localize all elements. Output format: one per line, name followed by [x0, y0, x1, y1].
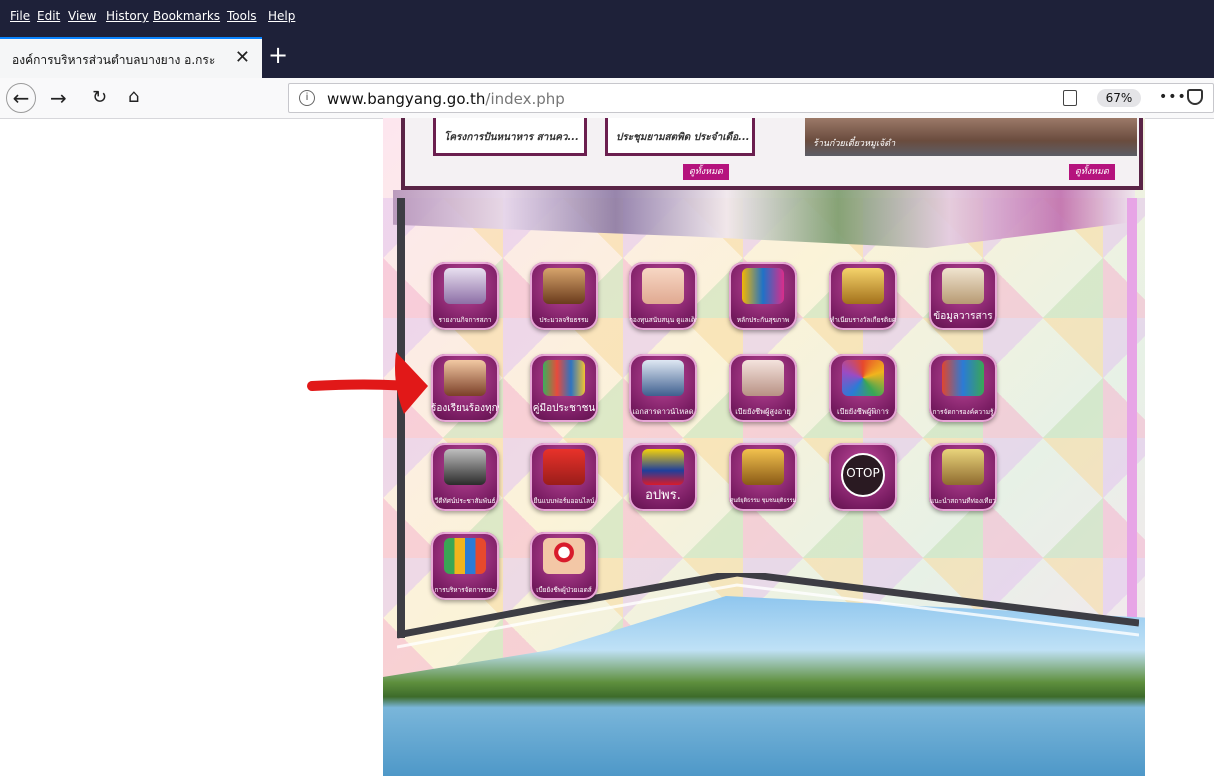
see-all-button[interactable]: ดูทั้งหมด [683, 164, 729, 180]
pocket-icon[interactable] [1187, 89, 1203, 105]
tile-label: ทำเนียบรางวัลเกียรติยศ [829, 316, 897, 324]
menu-view[interactable]: View [68, 9, 96, 23]
frame-edge-left [397, 198, 405, 638]
url-bar[interactable]: i www.bangyang.go.th/index.php 67% ••• [288, 83, 1214, 113]
tile-label: แนะนำสถานที่ท่องเที่ยว [930, 497, 996, 505]
recycle-bin-icon [444, 538, 486, 574]
site-info-icon[interactable]: i [299, 90, 315, 106]
tile-downloads[interactable]: เอกสารดาวน์โหลด [629, 354, 697, 422]
zoom-level[interactable]: 67% [1097, 89, 1141, 107]
news-panel: โครงการปันหนาหาร สานคว... ประชุมยามสตพิด… [401, 118, 1143, 190]
megaphone-icon [444, 360, 486, 396]
tile-council-report[interactable]: รายงานกิจการสภา [431, 262, 499, 330]
tile-health-insurance[interactable]: หลักประกันสุขภาพ [729, 262, 797, 330]
url-path: /index.php [485, 90, 565, 108]
see-all-button[interactable]: ดูทั้งหมด [1069, 164, 1115, 180]
photo-caption: ร้านก๋วยเตี๋ยวหมูเจ้ดำ [813, 139, 896, 149]
tile-label: OTOP [846, 468, 880, 479]
tile-label: อปพร. [645, 489, 681, 503]
folder-icon [444, 268, 486, 304]
tile-otop[interactable]: OTOP [829, 443, 897, 511]
tile-justice-center[interactable]: ศูนย์ยุติธรรม ชุมชนยุติธรรม [729, 443, 797, 511]
tile-online-forms[interactable]: ยื่นแบบฟอร์มออนไลน์ [530, 443, 598, 511]
tile-elderly-allowance[interactable]: เบี้ยยังชีพผู้สูงอายุ [729, 354, 797, 422]
knowledge-icon [942, 360, 984, 396]
tile-label: รายงานกิจการสภา [438, 316, 492, 324]
tile-complaints[interactable]: ร้องเรียนร้องทุกข์ [431, 354, 499, 422]
tile-label: ร้องเรียนร้องทุกข์ [431, 403, 499, 414]
reload-button[interactable]: ↻ [92, 88, 107, 108]
tile-ethics-code[interactable]: ประมวลจริยธรรม [530, 262, 598, 330]
menu-file[interactable]: File [10, 9, 30, 23]
tile-label: การบริหารจัดการขยะ [434, 586, 496, 594]
download-icon [642, 360, 684, 396]
nav-bar: ← → ↻ ⌂ i www.bangyang.go.th/index.php 6… [0, 78, 1214, 119]
menu-help[interactable]: Help [268, 9, 295, 23]
tile-label: ประมวลจริยธรรม [539, 316, 589, 324]
tile-label: วีดีทัศน์ประชาสัมพันธ์ [434, 497, 496, 505]
tile-journal[interactable]: ข้อมูลวารสาร [929, 262, 997, 330]
tile-tourist-attractions[interactable]: แนะนำสถานที่ท่องเที่ยว [929, 443, 997, 511]
page-actions-icon[interactable]: ••• [1159, 89, 1187, 105]
url-text[interactable]: www.bangyang.go.th/index.php [327, 90, 565, 108]
tile-label: กองทุนสนับสนุน ดูแลเด็กแรกเกิด [629, 316, 697, 324]
tile-citizen-manual[interactable]: คู่มือประชาชน [530, 354, 598, 422]
menu-history[interactable]: History [106, 9, 149, 23]
badge-icon [642, 449, 684, 485]
trophy-icon [842, 268, 884, 304]
tile-awards[interactable]: ทำเนียบรางวัลเกียรติยศ [829, 262, 897, 330]
tile-label: หลักประกันสุขภาพ [736, 316, 790, 324]
tile-pr-video[interactable]: วีดีทัศน์ประชาสัมพันธ์ [431, 443, 499, 511]
news-card[interactable]: โครงการปันหนาหาร สานคว... [433, 118, 587, 156]
tile-volunteer-defense[interactable]: อปพร. [629, 443, 697, 511]
books-icon [543, 360, 585, 396]
ribbon-icon [543, 538, 585, 574]
disability-icon [842, 360, 884, 396]
tile-label: เบี้ยยังชีพผู้ป่วยเอดส์ [536, 586, 592, 594]
close-tab-icon[interactable]: ✕ [235, 47, 250, 68]
tile-label: เบี้ยยังชีพผู้สูงอายุ [735, 408, 791, 416]
frame-edge-right [1127, 198, 1137, 618]
frame-bottom-edge [397, 573, 1139, 649]
tab-strip: องค์การบริหารส่วนตำบลบางยาง อ.กระ ✕ + [0, 37, 1214, 78]
tile-newborn-fund[interactable]: กองทุนสนับสนุน ดูแลเด็กแรกเกิด [629, 262, 697, 330]
url-host: www.bangyang.go.th [327, 90, 486, 108]
journal-icon [942, 268, 984, 304]
tile-label: การจัดการองค์ความรู้ [932, 408, 994, 416]
back-button[interactable]: ← [6, 83, 36, 113]
gavel-icon [543, 268, 585, 304]
menu-bar: File Edit View History Bookmarks Tools H… [0, 0, 1214, 37]
scales-icon [742, 449, 784, 485]
tile-waste-management[interactable]: การบริหารจัดการขยะ [431, 532, 499, 600]
new-tab-button[interactable]: + [268, 41, 288, 69]
tile-aids-allowance[interactable]: เบี้ยยังชีพผู้ป่วยเอดส์ [530, 532, 598, 600]
tile-label: ข้อมูลวารสาร [933, 311, 993, 322]
tile-label: ยื่นแบบฟอร์มออนไลน์ [533, 497, 595, 505]
web-page: โครงการปันหนาหาร สานคว... ประชุมยามสตพิด… [383, 118, 1145, 776]
tile-label: เบี้ยยังชีพผู้พิการ [837, 408, 889, 416]
tile-label: ศูนย์ยุติธรรม ชุมชนยุติธรรม [729, 498, 797, 504]
online-icon [543, 449, 585, 485]
health-icon [742, 268, 784, 304]
menu-tools[interactable]: Tools [227, 9, 257, 23]
forward-button[interactable]: → [50, 88, 67, 108]
reader-view-icon[interactable] [1063, 90, 1077, 106]
tab-bangyang[interactable]: องค์การบริหารส่วนตำบลบางยาง อ.กระ ✕ [0, 37, 262, 78]
film-icon [444, 449, 486, 485]
tile-knowledge-management[interactable]: การจัดการองค์ความรู้ [929, 354, 997, 422]
news-card[interactable]: ประชุมยามสตพิด ประจำเดือ... [605, 118, 755, 156]
menu-bookmarks[interactable]: Bookmarks [153, 9, 220, 23]
menu-edit[interactable]: Edit [37, 9, 60, 23]
news-photo[interactable]: ร้านก๋วยเตี๋ยวหมูเจ้ดำ [805, 118, 1137, 156]
elderly-icon [742, 360, 784, 396]
tab-title: องค์การบริหารส่วนตำบลบางยาง อ.กระ [12, 53, 216, 67]
tile-label: คู่มือประชาชน [532, 403, 596, 414]
tile-disability-allowance[interactable]: เบี้ยยังชีพผู้พิการ [829, 354, 897, 422]
home-button[interactable]: ⌂ [128, 87, 139, 107]
temple-icon [942, 449, 984, 485]
baby-icon [642, 268, 684, 304]
tile-label: เอกสารดาวน์โหลด [632, 408, 694, 416]
